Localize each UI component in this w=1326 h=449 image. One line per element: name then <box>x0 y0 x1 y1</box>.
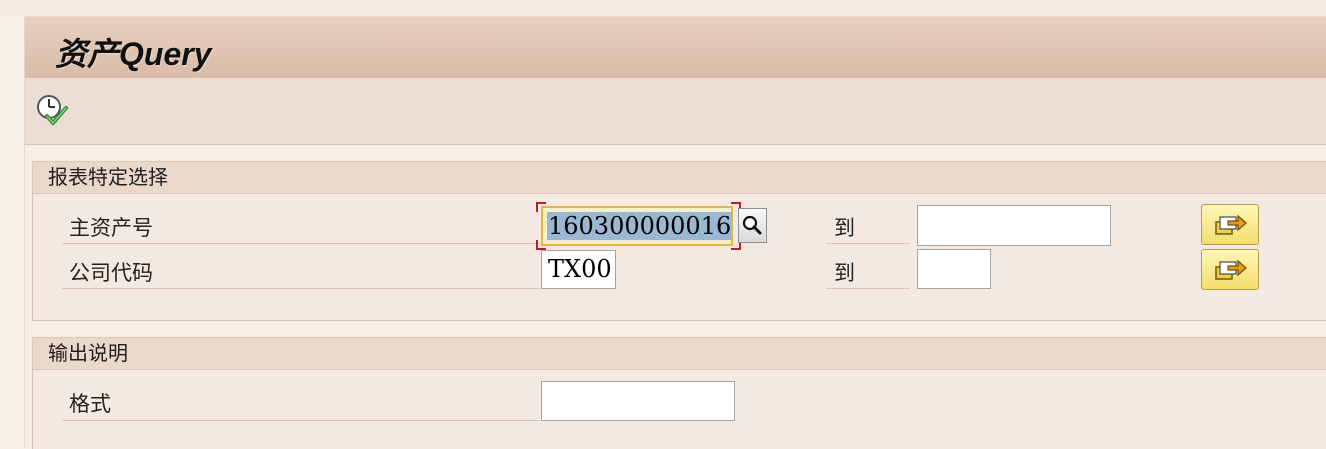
row-divider <box>62 288 540 289</box>
layout-input[interactable] <box>541 381 735 421</box>
main-asset-number-to-input[interactable] <box>917 205 1111 246</box>
selection-group: 报表特定选择 主资产号 160300000016 到 公司代码 TX00 到 <box>32 161 1326 321</box>
main-asset-number-from-input[interactable]: 160300000016 <box>541 206 733 246</box>
multiple-selection-arrow-icon <box>1215 214 1247 235</box>
row-divider <box>62 420 540 421</box>
multiple-selection-arrow-icon <box>1215 259 1247 280</box>
title-bar: 资产Query <box>25 16 1326 78</box>
company-code-from-input[interactable]: TX00 <box>541 250 616 289</box>
company-code-to-label: 到 <box>834 261 855 285</box>
execute-button[interactable] <box>35 94 69 128</box>
layout-label: 格式 <box>69 392 111 416</box>
magnifier-icon <box>742 215 762 235</box>
multiple-selection-button[interactable] <box>1201 249 1259 290</box>
company-code-to-input[interactable] <box>917 249 991 289</box>
selected-text: 160300000016 <box>547 212 732 240</box>
output-group: 输出说明 格式 <box>32 337 1326 449</box>
multiple-selection-button[interactable] <box>1201 204 1259 245</box>
main-asset-number-to-label: 到 <box>834 216 855 240</box>
main-asset-number-label: 主资产号 <box>69 216 153 240</box>
company-code-label: 公司代码 <box>69 261 153 285</box>
clock-check-icon <box>37 95 68 125</box>
output-group-title: 输出说明 <box>33 338 1326 370</box>
application-toolbar <box>25 78 1326 145</box>
window-top-strip <box>0 0 1326 16</box>
left-margin <box>0 16 25 448</box>
selection-group-title: 报表特定选择 <box>33 162 1326 194</box>
search-help-button[interactable] <box>738 208 767 243</box>
row-divider <box>826 288 910 289</box>
row-divider <box>62 243 540 244</box>
row-divider <box>826 243 910 244</box>
page-title: 资产Query <box>55 36 212 72</box>
